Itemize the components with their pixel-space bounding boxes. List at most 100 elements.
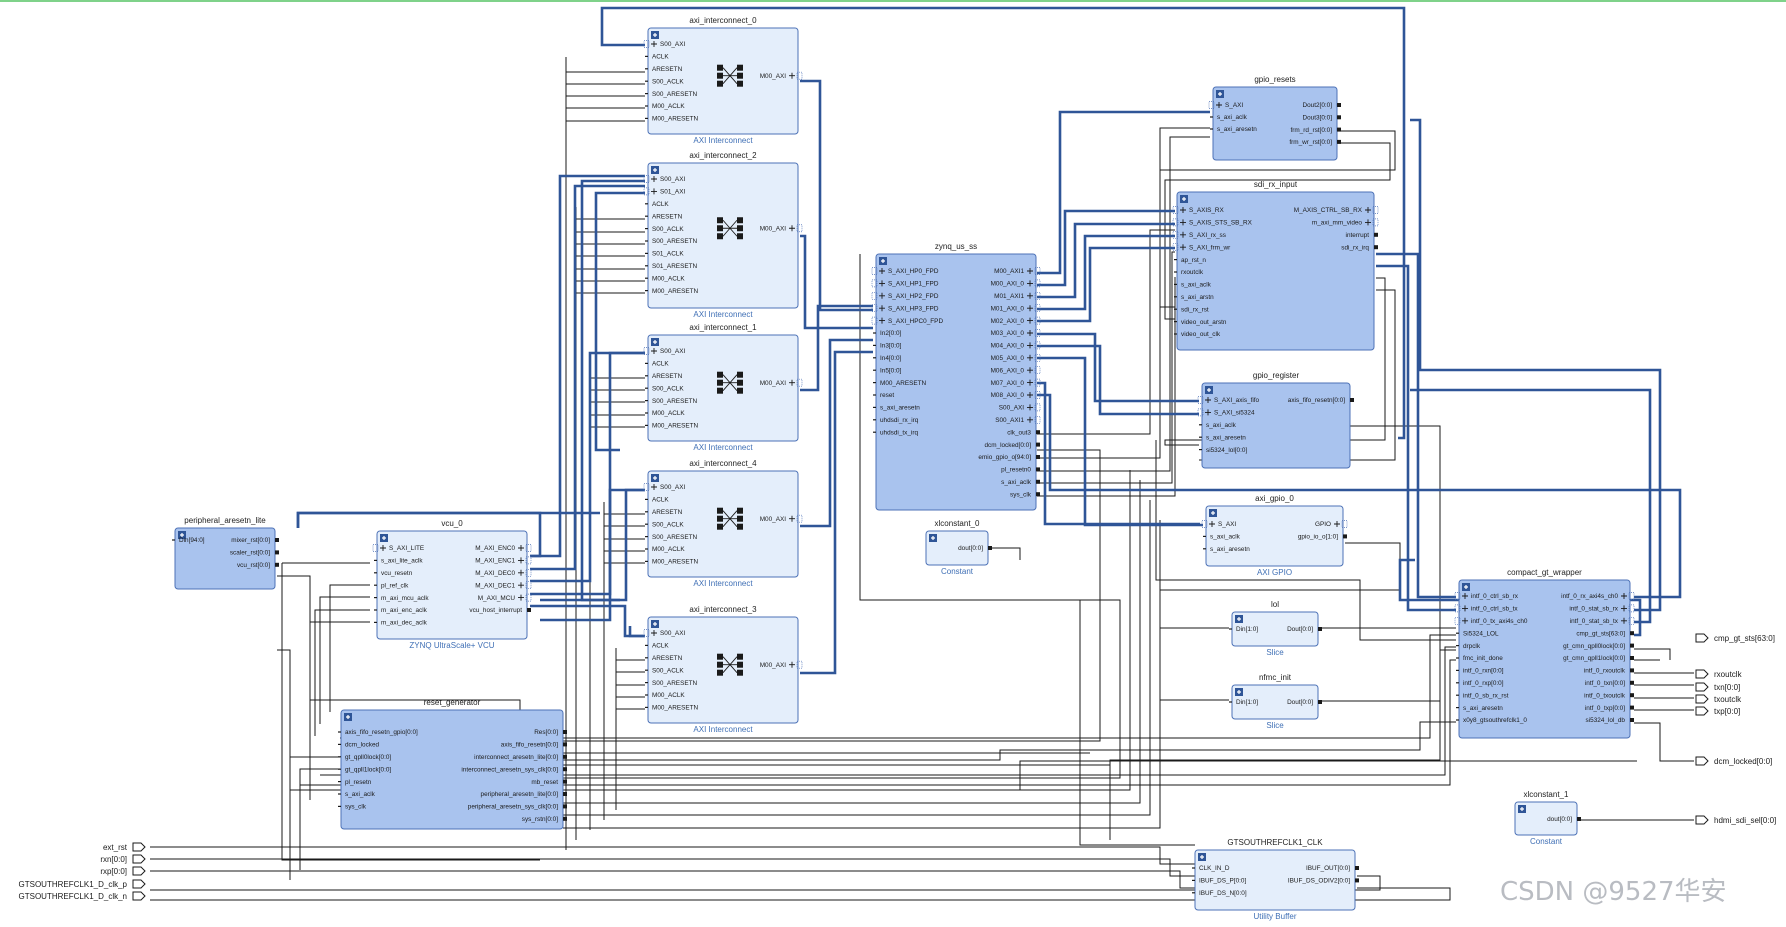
- port-arrow-icon[interactable]: [132, 891, 146, 901]
- block-title: lol: [1271, 600, 1279, 609]
- port-arrow-icon[interactable]: [1695, 694, 1709, 704]
- port-arrow-icon[interactable]: [132, 866, 146, 876]
- block-axi_interconnect_4[interactable]: axi_interconnect_4 AXI Interconnect S00_AX…: [643, 459, 803, 588]
- pin-stub[interactable]: [1350, 398, 1354, 402]
- block-peripheral_aresetn_lite[interactable]: peripheral_aresetn_lite Din[94:0] mixer_rs…: [172, 516, 279, 590]
- pin-stub[interactable]: [563, 779, 567, 784]
- pin-stub[interactable]: [1318, 700, 1322, 704]
- pin-stub[interactable]: [1577, 817, 1581, 821]
- port-arrow-icon[interactable]: [132, 854, 146, 864]
- pin-label: s_axi_aclk: [1181, 282, 1212, 289]
- pin-stub[interactable]: [1337, 103, 1341, 107]
- pin-stub[interactable]: [563, 754, 567, 759]
- pin-stub[interactable]: [1036, 442, 1040, 447]
- pin-stub[interactable]: [563, 730, 567, 734]
- pin-stub[interactable]: [1374, 245, 1378, 250]
- port-arrow-icon[interactable]: [132, 879, 146, 889]
- block-vcu_0[interactable]: vcu_0 ZYNQ UltraScale+ VCU S_AXI_LITE s_axi…: [372, 519, 532, 650]
- block-body[interactable]: [1212, 86, 1338, 161]
- block-zynq_us_ss[interactable]: zynq_us_ss S_AXI_HP0_FPD S_AXI_HP1_FPD S_AX…: [871, 242, 1041, 511]
- output-port-1[interactable]: rxoutclk: [1695, 669, 1743, 679]
- pin-label: M00_ARESETN: [652, 116, 699, 123]
- pin-label: intf_0_rxp[0:0]: [1463, 680, 1504, 687]
- pin-stub[interactable]: [275, 550, 279, 555]
- pin-stub[interactable]: [1343, 534, 1347, 539]
- input-port-2[interactable]: rxp[0:0]: [100, 866, 146, 876]
- pin-stub[interactable]: [527, 608, 531, 612]
- pin-stub[interactable]: [1355, 878, 1359, 883]
- pin-stub[interactable]: [1036, 455, 1040, 459]
- output-port-0[interactable]: cmp_gt_sts[63:0]: [1695, 633, 1775, 643]
- pin-stub[interactable]: [1337, 139, 1341, 144]
- pin-stub[interactable]: [1036, 467, 1040, 472]
- pin-label: M06_AXI_0: [991, 367, 1025, 374]
- block-gtsouthrefclk1_clk[interactable]: GTSOUTHREFCLK1_CLK Utility Buffer CLK_IN_D…: [1192, 838, 1359, 921]
- output-port-5[interactable]: dcm_locked[0:0]: [1695, 756, 1772, 766]
- pin-stub[interactable]: [988, 546, 992, 550]
- pin-stub[interactable]: [1036, 430, 1040, 435]
- output-port-2[interactable]: txn[0:0]: [1695, 682, 1740, 692]
- pin-stub[interactable]: [1337, 115, 1341, 120]
- block-reset_generator[interactable]: reset_generator axis_fifo_resetn_gpio[0:0…: [338, 698, 567, 830]
- input-port-4[interactable]: GTSOUTHREFCLK1_D_clk_n: [19, 891, 146, 901]
- block-sdi_rx_input[interactable]: sdi_rx_input S_AXIS_RX S_AXIS_STS_SB_RX S_A…: [1172, 180, 1379, 351]
- pin-stub[interactable]: [563, 792, 567, 796]
- pin-label: s_axi_aresetn: [880, 405, 920, 412]
- block-gpio_register[interactable]: gpio_register S_AXI_axis_fifo S_AXI_si5324…: [1197, 371, 1354, 469]
- block-axi_gpio_0[interactable]: axi_gpio_0 AXI GPIO S_AXI s_axi_aclk s_axi_a…: [1201, 494, 1348, 577]
- pin-stub[interactable]: [1630, 718, 1634, 722]
- block-xlconstant_1[interactable]: xlconstant_1 Constant dout[0:0]: [1514, 790, 1581, 846]
- pin-label: ACLK: [652, 54, 669, 61]
- pin-stub[interactable]: [1036, 492, 1040, 497]
- block-axi_interconnect_2[interactable]: axi_interconnect_2 AXI Interconnect S00_AX…: [643, 151, 803, 319]
- pin-label: S00_AXI: [660, 630, 685, 637]
- block-diagram-canvas[interactable]: axi_interconnect_0 AXI Interconnect S00_AX…: [0, 0, 1786, 927]
- pin-stub[interactable]: [1630, 680, 1634, 685]
- input-port-1[interactable]: rxn[0:0]: [100, 854, 146, 864]
- output-port-3[interactable]: txoutclk: [1695, 694, 1742, 704]
- block-xlconstant_0[interactable]: xlconstant_0 Constant dout[0:0]: [925, 519, 992, 576]
- pin-stub[interactable]: [1337, 127, 1341, 132]
- port-arrow-icon[interactable]: [1695, 815, 1709, 825]
- block-compact_gt_wrapper[interactable]: compact_gt_wrapper intf_0_ctrl_sb_rx intf_…: [1454, 568, 1635, 739]
- block-axi_interconnect_0[interactable]: axi_interconnect_0 AXI Interconnect S00_AX…: [643, 16, 803, 145]
- input-port-3[interactable]: GTSOUTHREFCLK1_D_clk_p: [19, 879, 146, 889]
- pin-stub[interactable]: [563, 816, 567, 821]
- block-title: gpio_register: [1253, 371, 1300, 380]
- pin-stub[interactable]: [1630, 631, 1634, 636]
- port-arrow-icon[interactable]: [1695, 706, 1709, 716]
- block-nfmc_init[interactable]: nfmc_init Slice Din[1:0] Dout[0:0]: [1229, 673, 1322, 730]
- port-arrow-icon[interactable]: [1695, 669, 1709, 679]
- pin-label: axis_fifo_resetn[0:0]: [1288, 397, 1345, 404]
- pin-stub[interactable]: [275, 538, 279, 542]
- pin-stub[interactable]: [1630, 693, 1634, 698]
- pin-stub[interactable]: [1630, 656, 1634, 660]
- port-arrow-icon[interactable]: [132, 842, 146, 852]
- pin-stub[interactable]: [275, 562, 279, 567]
- pin-stub[interactable]: [1036, 479, 1040, 484]
- pin-stub[interactable]: [563, 767, 567, 772]
- pin-label: fmc_init_done: [1463, 655, 1503, 662]
- pin-label: Dout[0:0]: [1287, 626, 1313, 633]
- pin-label: M01_AXI1: [994, 293, 1024, 300]
- pin-stub[interactable]: [1630, 705, 1634, 710]
- output-port-4[interactable]: txp[0:0]: [1695, 706, 1740, 716]
- block-axi_interconnect_1[interactable]: axi_interconnect_1 AXI Interconnect S00_AX…: [643, 323, 803, 452]
- block-body[interactable]: [1176, 191, 1375, 351]
- block-axi_interconnect_3[interactable]: axi_interconnect_3 AXI Interconnect S00_AX…: [643, 605, 803, 734]
- block-lol[interactable]: lol Slice Din[1:0] Dout[0:0]: [1229, 600, 1322, 657]
- port-arrow-icon[interactable]: [1695, 756, 1709, 766]
- port-arrow-icon[interactable]: [1695, 682, 1709, 692]
- block-gpio_resets[interactable]: gpio_resets S_AXI s_axi_aclk s_axi_aresetn D…: [1208, 75, 1341, 161]
- pin-label: vcu_host_interrupt: [469, 607, 522, 614]
- port-arrow-icon[interactable]: [1695, 633, 1709, 643]
- pin-stub[interactable]: [563, 804, 567, 809]
- pin-stub[interactable]: [1318, 627, 1322, 631]
- pin-stub[interactable]: [1630, 643, 1634, 648]
- input-port-0[interactable]: ext_rst: [103, 842, 146, 852]
- pin-stub[interactable]: [563, 742, 567, 747]
- output-port-6[interactable]: hdmi_sdi_sel[0:0]: [1695, 815, 1776, 825]
- pin-stub[interactable]: [1355, 866, 1359, 870]
- pin-stub[interactable]: [1374, 232, 1378, 237]
- pin-stub[interactable]: [1630, 668, 1634, 673]
